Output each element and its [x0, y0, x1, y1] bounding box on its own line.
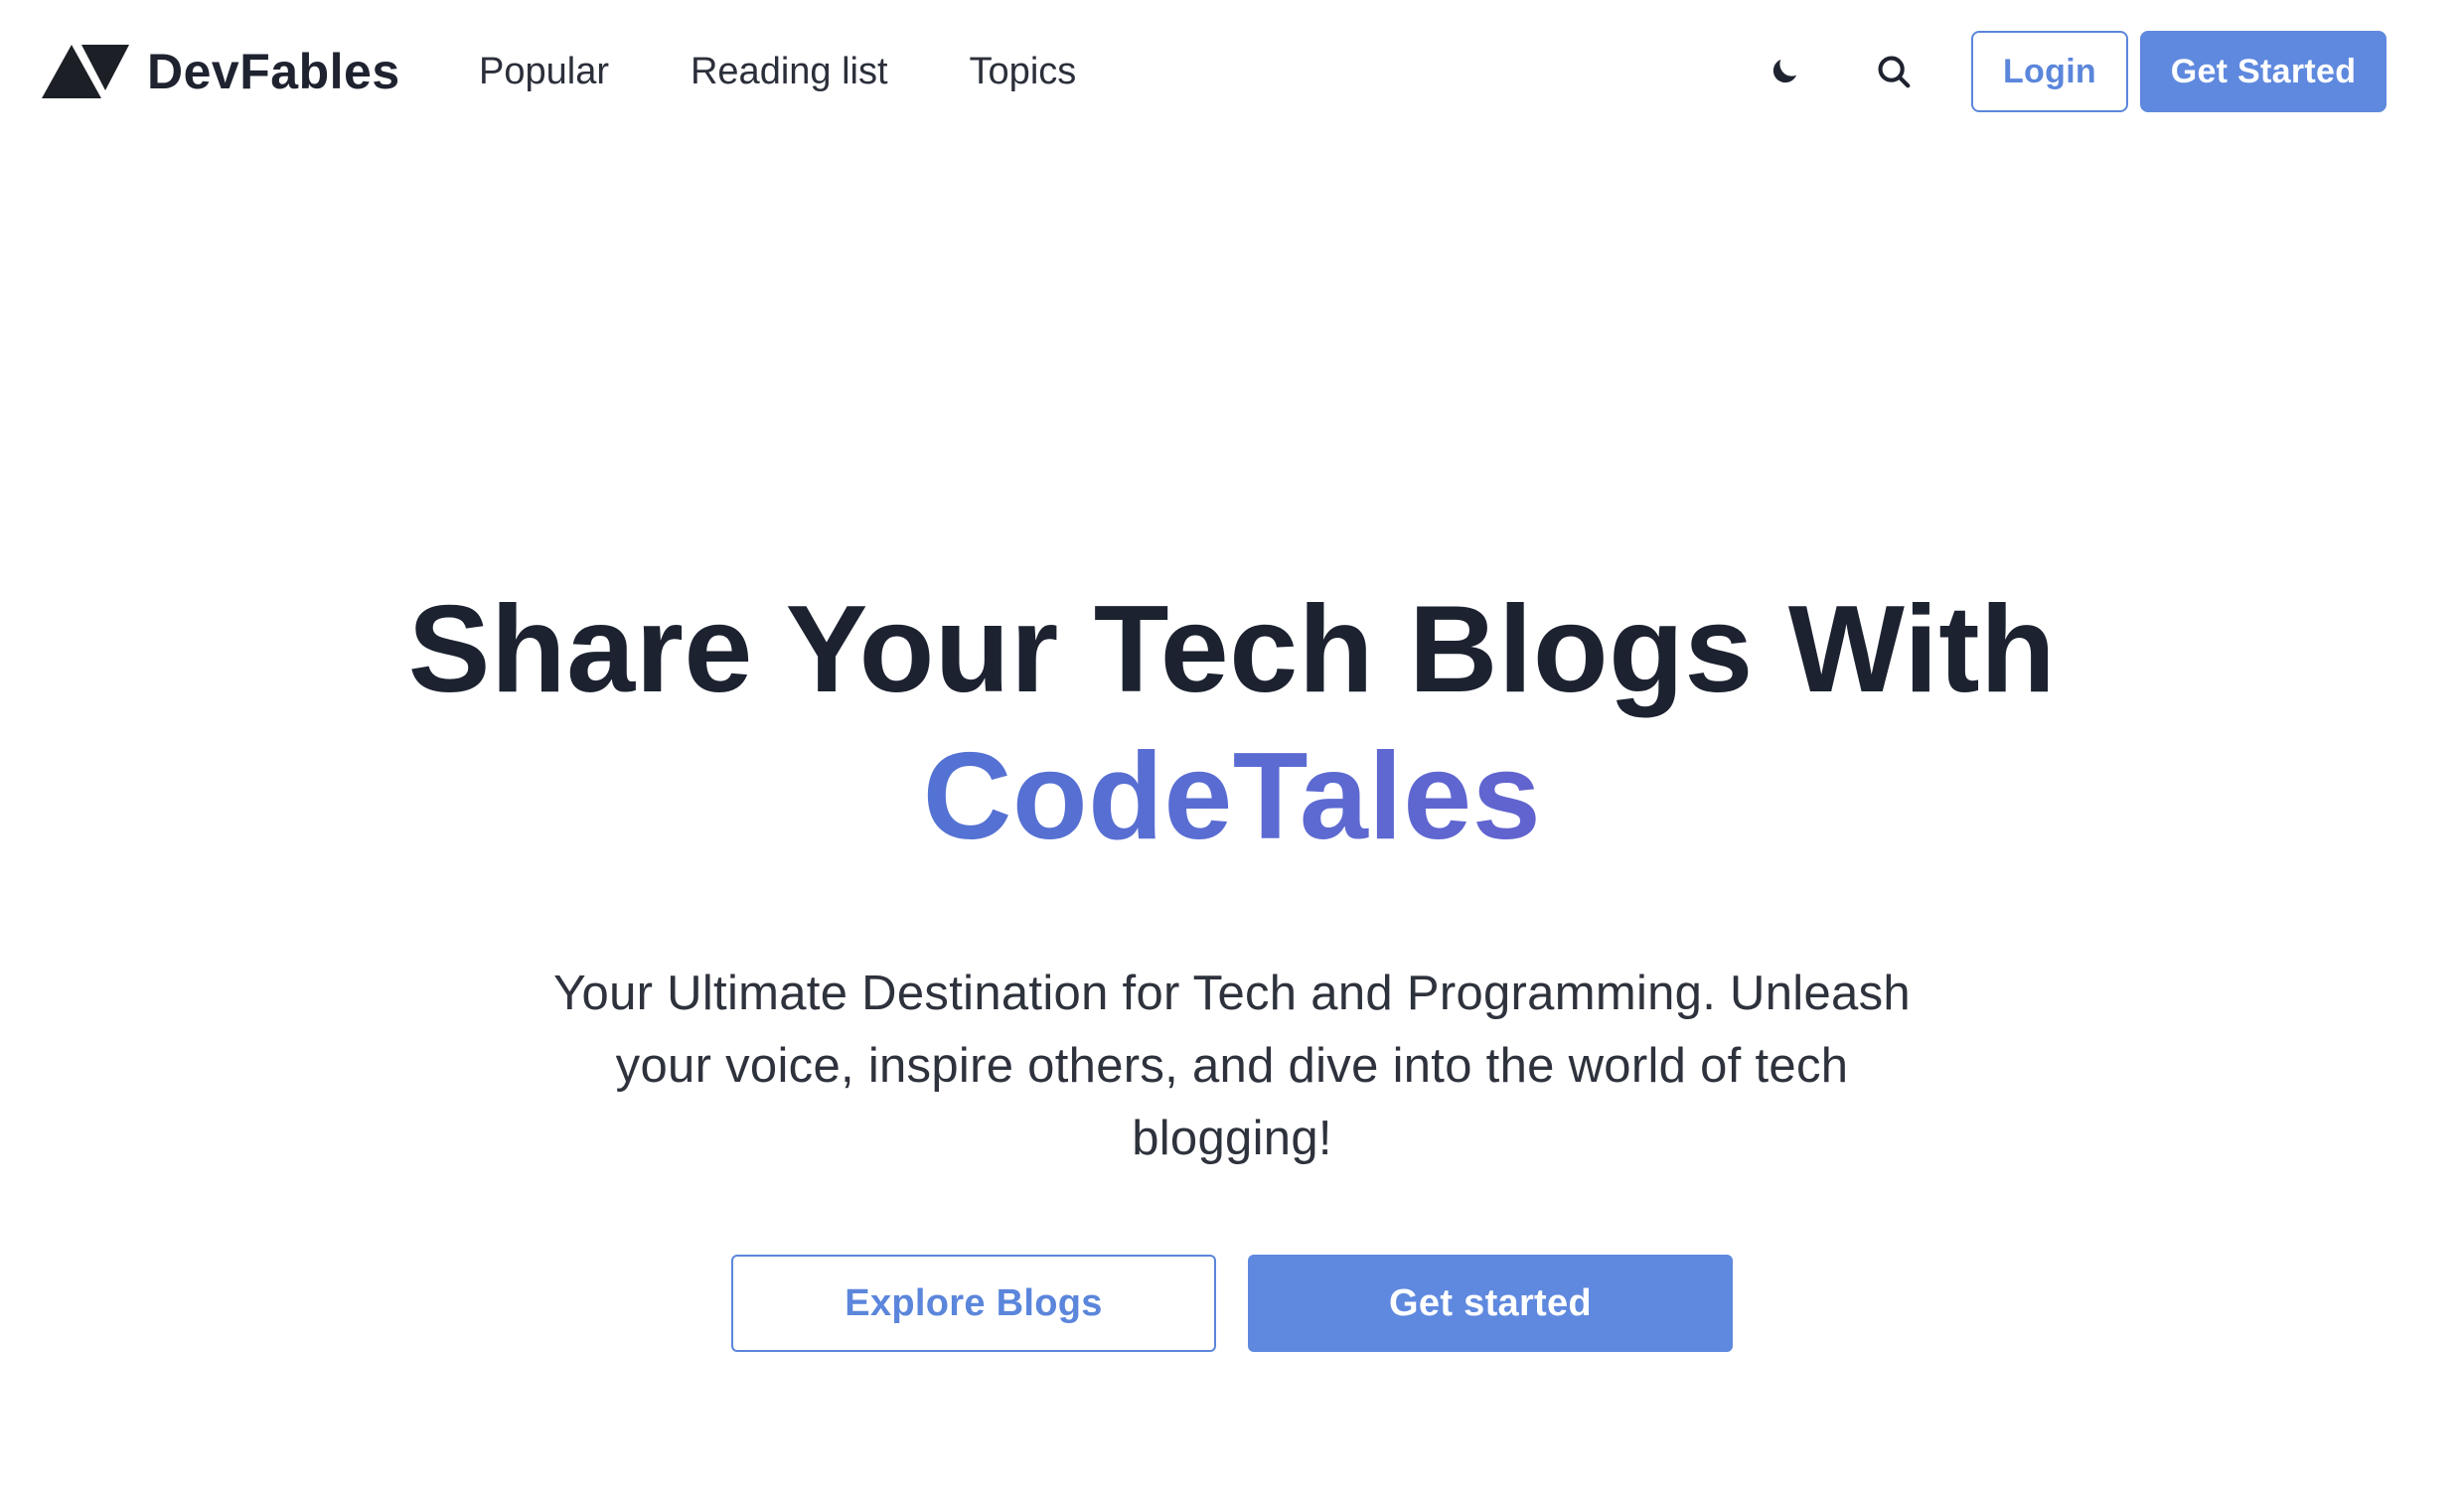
nav-link-reading-list[interactable]: Reading list	[691, 40, 888, 103]
nav-link-popular[interactable]: Popular	[479, 40, 609, 103]
main-nav: Popular Reading list Topics	[479, 40, 1076, 103]
nav-link-topics[interactable]: Topics	[970, 40, 1077, 103]
theme-toggle-button[interactable]	[1753, 40, 1816, 103]
hero-title: Share Your Tech Blogs With CodeTales	[0, 576, 2464, 870]
brand-name: DevFables	[147, 44, 400, 99]
nav-actions: Login Get Started	[1753, 30, 2387, 113]
hero-get-started-button[interactable]: Get started	[1248, 1255, 1733, 1352]
hero-title-line: Share Your Tech Blogs With	[407, 581, 2057, 718]
top-navbar: DevFables Popular Reading list Topics Lo…	[0, 0, 2464, 143]
hero-title-highlight: CodeTales	[0, 723, 2464, 870]
triangle-logo-icon	[42, 45, 129, 98]
landing-page: DevFables Popular Reading list Topics Lo…	[0, 0, 2464, 1496]
brand-link[interactable]: DevFables	[42, 40, 400, 103]
hero-section: Share Your Tech Blogs With CodeTales You…	[0, 576, 2464, 1352]
hero-cta-group: Explore Blogs Get started	[0, 1255, 2464, 1352]
search-button[interactable]	[1862, 40, 1925, 103]
search-icon	[1878, 56, 1911, 88]
login-button[interactable]: Login	[1971, 31, 2128, 112]
moon-icon	[1772, 59, 1797, 83]
hero-subtitle: Your Ultimate Destination for Tech and P…	[553, 967, 1911, 1165]
get-started-button[interactable]: Get Started	[2140, 31, 2387, 112]
explore-blogs-button[interactable]: Explore Blogs	[731, 1255, 1216, 1352]
